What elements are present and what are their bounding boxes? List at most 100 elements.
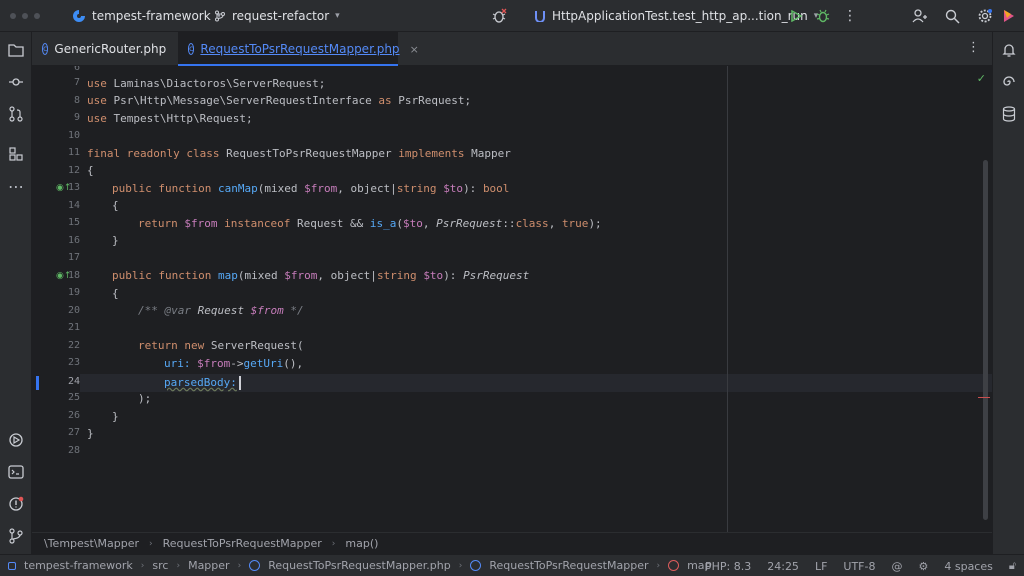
tab-actions-menu-icon[interactable]: ⋮ (967, 40, 980, 55)
breadcrumb-item[interactable]: map() (345, 537, 378, 550)
debug-button[interactable] (812, 5, 834, 27)
implements-method-icon[interactable]: ◉↑ (56, 183, 71, 193)
zoom-window-button[interactable] (34, 12, 40, 19)
error-stripe-marker[interactable] (978, 397, 990, 398)
status-path-file[interactable]: RequestToPsrRequestMapper.php (268, 559, 451, 572)
keyword: use (87, 112, 107, 125)
cursor-position[interactable]: 24:25 (767, 560, 799, 573)
code-line-14: { (112, 199, 119, 212)
keyword: public function (112, 182, 212, 195)
more-tools-icon[interactable]: ⋯ (6, 176, 26, 196)
tab-request-to-psr-request-mapper[interactable]: c RequestToPsrRequestMapper.php × (178, 32, 419, 67)
status-path-dir[interactable]: Mapper (188, 559, 230, 572)
code-editor[interactable]: 6 7 8 9 10 11 12 13 14 15 16 17 18 19 20… (32, 66, 992, 532)
close-window-button[interactable] (10, 12, 16, 19)
services-icon[interactable] (6, 430, 26, 450)
vertical-scrollbar[interactable] (983, 160, 988, 520)
minimize-window-button[interactable] (22, 12, 28, 19)
tab-generic-router[interactable]: c GenericRouter.php (32, 32, 172, 66)
branch-switcher[interactable]: request-refactor ▾ (214, 9, 340, 23)
line-number: 19 (67, 287, 80, 298)
ai-assistant-icon[interactable] (998, 5, 1020, 27)
line-number: 12 (67, 165, 80, 176)
debug-bug-icon[interactable]: ⚙ (918, 560, 928, 573)
punct: (), (283, 357, 304, 370)
code-line-18: public function map(mixed $from, object|… (112, 267, 529, 285)
breadcrumb-item[interactable]: RequestToPsrRequestMapper (163, 537, 322, 550)
ai-chat-spiral-icon[interactable] (999, 72, 1019, 92)
keyword: as (378, 94, 392, 107)
indent-setting[interactable]: 4 spaces (944, 560, 993, 573)
changed-line-marker (36, 376, 39, 390)
code-line-7: use Laminas\Diactoros\ServerRequest; (87, 75, 325, 93)
ai-spiral-icon[interactable]: @ (891, 560, 902, 573)
add-user-icon[interactable] (909, 5, 931, 27)
doc-type: Request (197, 304, 244, 317)
git-icon[interactable] (6, 526, 26, 546)
status-path-dir[interactable]: src (152, 559, 168, 572)
left-tool-strip: ⋯ (0, 32, 32, 554)
line-number: 26 (67, 410, 80, 421)
file-encoding[interactable]: UTF-8 (843, 560, 875, 573)
variable: $from (190, 357, 231, 370)
line-number: 8 (73, 95, 80, 106)
run-button[interactable] (785, 5, 807, 27)
keyword: class (515, 217, 549, 230)
variable: $from (177, 217, 225, 230)
params: , object| (317, 269, 377, 282)
punct: , (548, 217, 562, 230)
settings-gear-icon[interactable] (974, 5, 996, 27)
database-icon[interactable] (999, 104, 1019, 124)
commit-icon[interactable] (6, 72, 26, 92)
class-ref: ServerRequest( (204, 339, 304, 352)
keyword: public function (112, 269, 212, 282)
keyword: use (87, 77, 107, 90)
class-name: RequestToPsrRequestMapper (219, 147, 399, 160)
pull-requests-icon[interactable] (6, 104, 26, 124)
php-class-icon: c (188, 43, 195, 55)
implements-method-icon[interactable]: ◉↑ (56, 271, 71, 281)
status-path-class[interactable]: RequestToPsrRequestMapper (489, 559, 648, 572)
line-number: 9 (73, 112, 80, 123)
line-number: 7 (73, 77, 80, 88)
notifications-bell-icon[interactable] (999, 40, 1019, 60)
module-icon (8, 561, 16, 570)
close-tab-icon[interactable]: × (410, 43, 419, 56)
lock-icon[interactable]: 🔓︎ (1009, 559, 1016, 573)
php-version[interactable]: PHP: 8.3 (705, 560, 751, 573)
variable: $to (423, 269, 444, 282)
chevron-right-icon: › (140, 560, 145, 571)
run-config-selector[interactable]: HttpApplicationTest.test_http_ap...tion_… (534, 9, 818, 23)
alias: PsrRequest; (391, 94, 472, 107)
git-branch-icon (215, 10, 225, 21)
problems-icon[interactable] (6, 494, 26, 514)
keyword: return new (138, 339, 205, 352)
breadcrumb-item[interactable]: \Tempest\Mapper (44, 537, 139, 550)
text-caret (238, 376, 241, 390)
keyword: return (138, 217, 178, 230)
more-actions-icon[interactable]: ⋮ (839, 5, 861, 27)
code-line-23: uri: $from->getUri(), (164, 355, 303, 373)
status-path-project[interactable]: tempest-framework (24, 559, 133, 572)
test-config-icon (535, 10, 545, 22)
chevron-right-icon: › (149, 538, 153, 549)
terminal-icon[interactable] (6, 462, 26, 482)
project-folder-icon[interactable] (6, 40, 26, 60)
project-switcher[interactable]: tempest-framework ▾ (72, 9, 221, 23)
code-line-27: } (87, 427, 94, 440)
window-controls[interactable] (10, 12, 40, 19)
project-logo-icon (73, 9, 85, 22)
structure-icon[interactable] (6, 144, 26, 164)
right-tool-strip (992, 32, 1024, 554)
right-margin-guide (727, 66, 728, 532)
line-separator[interactable]: LF (815, 560, 827, 573)
code-line-9: use Tempest\Http\Request; (87, 110, 253, 128)
search-icon[interactable] (941, 5, 963, 27)
branch-name: request-refactor (232, 8, 330, 23)
code-line-19: { (112, 287, 119, 300)
params: , object| (337, 182, 397, 195)
bug-icon (816, 9, 830, 23)
debug-breakpoint-icon[interactable] (488, 5, 510, 27)
no-problems-check-icon[interactable]: ✓ (977, 72, 986, 85)
